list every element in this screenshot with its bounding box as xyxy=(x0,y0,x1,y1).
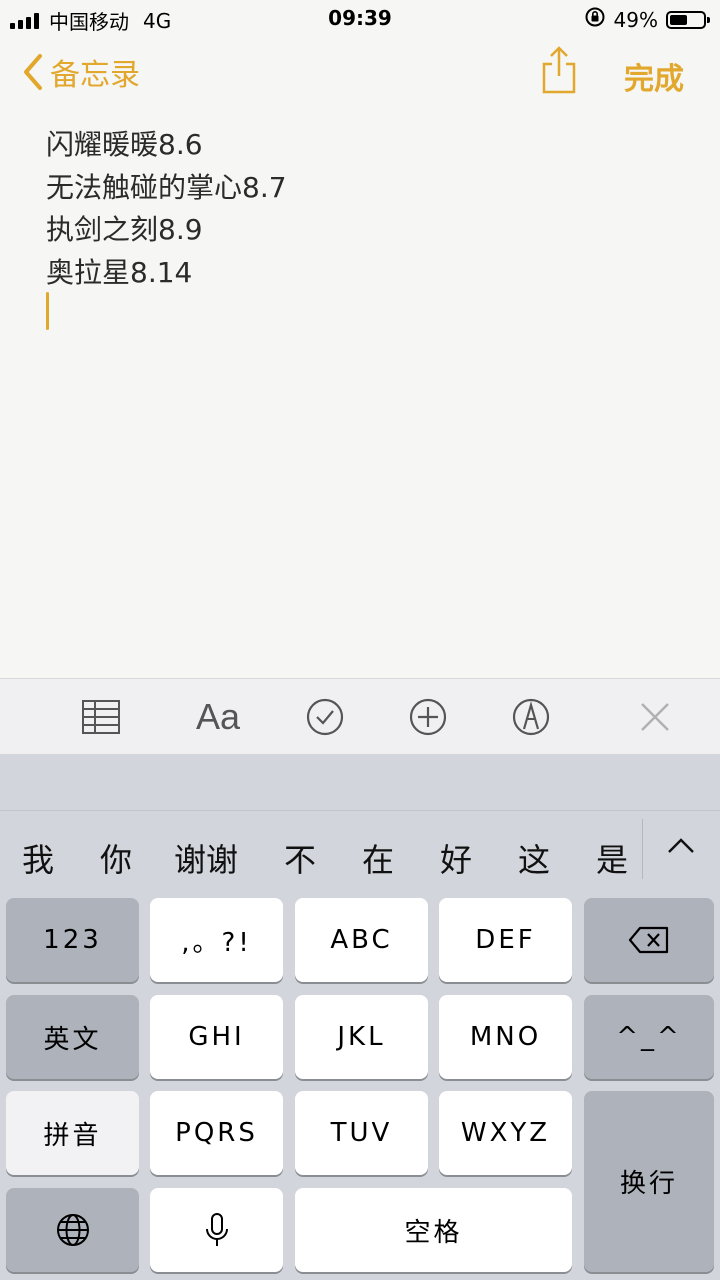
status-right: 49% xyxy=(584,6,710,33)
key-english[interactable]: 英文 xyxy=(6,995,139,1079)
table-button[interactable] xyxy=(78,691,124,743)
candidate-word[interactable]: 是 xyxy=(596,835,628,881)
globe-icon xyxy=(56,1214,89,1246)
candidate-word[interactable]: 我 xyxy=(22,835,54,881)
share-button[interactable] xyxy=(538,44,580,100)
carrier-name: 中国移动 xyxy=(49,10,129,34)
close-button[interactable] xyxy=(632,691,678,743)
nav-bar: 备忘录 完成 xyxy=(0,40,720,106)
orientation-lock-icon xyxy=(584,6,606,33)
chevron-up-icon xyxy=(668,838,694,853)
candidate-word[interactable]: 这 xyxy=(518,835,550,881)
delete-icon xyxy=(628,926,669,954)
note-line: 闪耀暖暖8.6 xyxy=(46,128,203,161)
table-icon xyxy=(82,700,120,734)
microphone-icon xyxy=(205,1213,228,1246)
done-button[interactable]: 完成 xyxy=(624,54,684,98)
dictation-key[interactable] xyxy=(150,1188,283,1272)
signal-icon xyxy=(10,12,39,29)
back-label: 备忘录 xyxy=(50,58,140,93)
key-mno[interactable]: MNO xyxy=(439,995,572,1079)
note-line: 无法触碰的掌心8.7 xyxy=(46,170,287,204)
markup-icon xyxy=(512,698,550,736)
expand-candidates-button[interactable] xyxy=(666,835,696,859)
share-icon xyxy=(542,46,576,94)
format-icon[interactable]: Aa xyxy=(188,691,248,743)
candidate-word[interactable]: 谢谢 xyxy=(174,835,238,881)
candidate-word[interactable]: 你 xyxy=(100,835,132,881)
text-cursor xyxy=(46,292,49,330)
key-jkl[interactable]: JKL xyxy=(295,995,428,1079)
candidate-bar: 我 你 谢谢 不 在 好 这 是 xyxy=(0,810,720,895)
keyboard: 我 你 谢谢 不 在 好 这 是 123 ,。?! ABC DEF 英文 GHI… xyxy=(0,754,720,1280)
candidate-divider xyxy=(642,819,643,879)
key-ghi[interactable]: GHI xyxy=(150,995,283,1079)
back-button[interactable]: 备忘录 xyxy=(22,50,140,94)
network-type: 4G xyxy=(143,8,172,33)
key-wxyz[interactable]: WXYZ xyxy=(439,1091,572,1175)
note-line: 执剑之刻8.9 xyxy=(46,213,203,246)
battery-percent: 49% xyxy=(613,7,658,32)
status-left: 中国移动 4G xyxy=(10,6,171,35)
space-key[interactable]: 空格 xyxy=(295,1188,572,1272)
chevron-left-icon xyxy=(24,54,42,90)
markup-button[interactable] xyxy=(508,691,554,743)
key-123[interactable]: 123 xyxy=(6,898,139,982)
add-button[interactable] xyxy=(405,691,451,743)
globe-key[interactable] xyxy=(6,1188,139,1272)
note-body[interactable]: 闪耀暖暖8.6 无法触碰的掌心8.7 执剑之刻8.9 奥拉星8.14 xyxy=(46,124,287,294)
notes-toolbar: Aa xyxy=(0,678,720,755)
delete-key[interactable] xyxy=(584,898,714,982)
key-def[interactable]: DEF xyxy=(439,898,572,982)
key-abc[interactable]: ABC xyxy=(295,898,428,982)
key-pinyin[interactable]: 拼音 xyxy=(6,1091,139,1175)
key-emoji[interactable]: ^_^ xyxy=(584,995,714,1079)
candidate-word[interactable]: 在 xyxy=(362,835,394,881)
key-punctuation[interactable]: ,。?! xyxy=(150,898,283,982)
checklist-button[interactable] xyxy=(302,691,348,743)
return-key[interactable]: 换行 xyxy=(584,1091,714,1272)
checklist-icon xyxy=(306,698,344,736)
close-icon xyxy=(641,703,669,731)
add-icon xyxy=(409,698,447,736)
note-line: 奥拉星8.14 xyxy=(46,255,193,289)
candidate-word[interactable]: 不 xyxy=(284,835,316,881)
key-tuv[interactable]: TUV xyxy=(295,1091,428,1175)
status-bar: 中国移动 4G 09:39 49% xyxy=(0,0,720,38)
key-pqrs[interactable]: PQRS xyxy=(150,1091,283,1175)
battery-icon xyxy=(666,10,710,29)
candidate-word[interactable]: 好 xyxy=(440,835,472,881)
